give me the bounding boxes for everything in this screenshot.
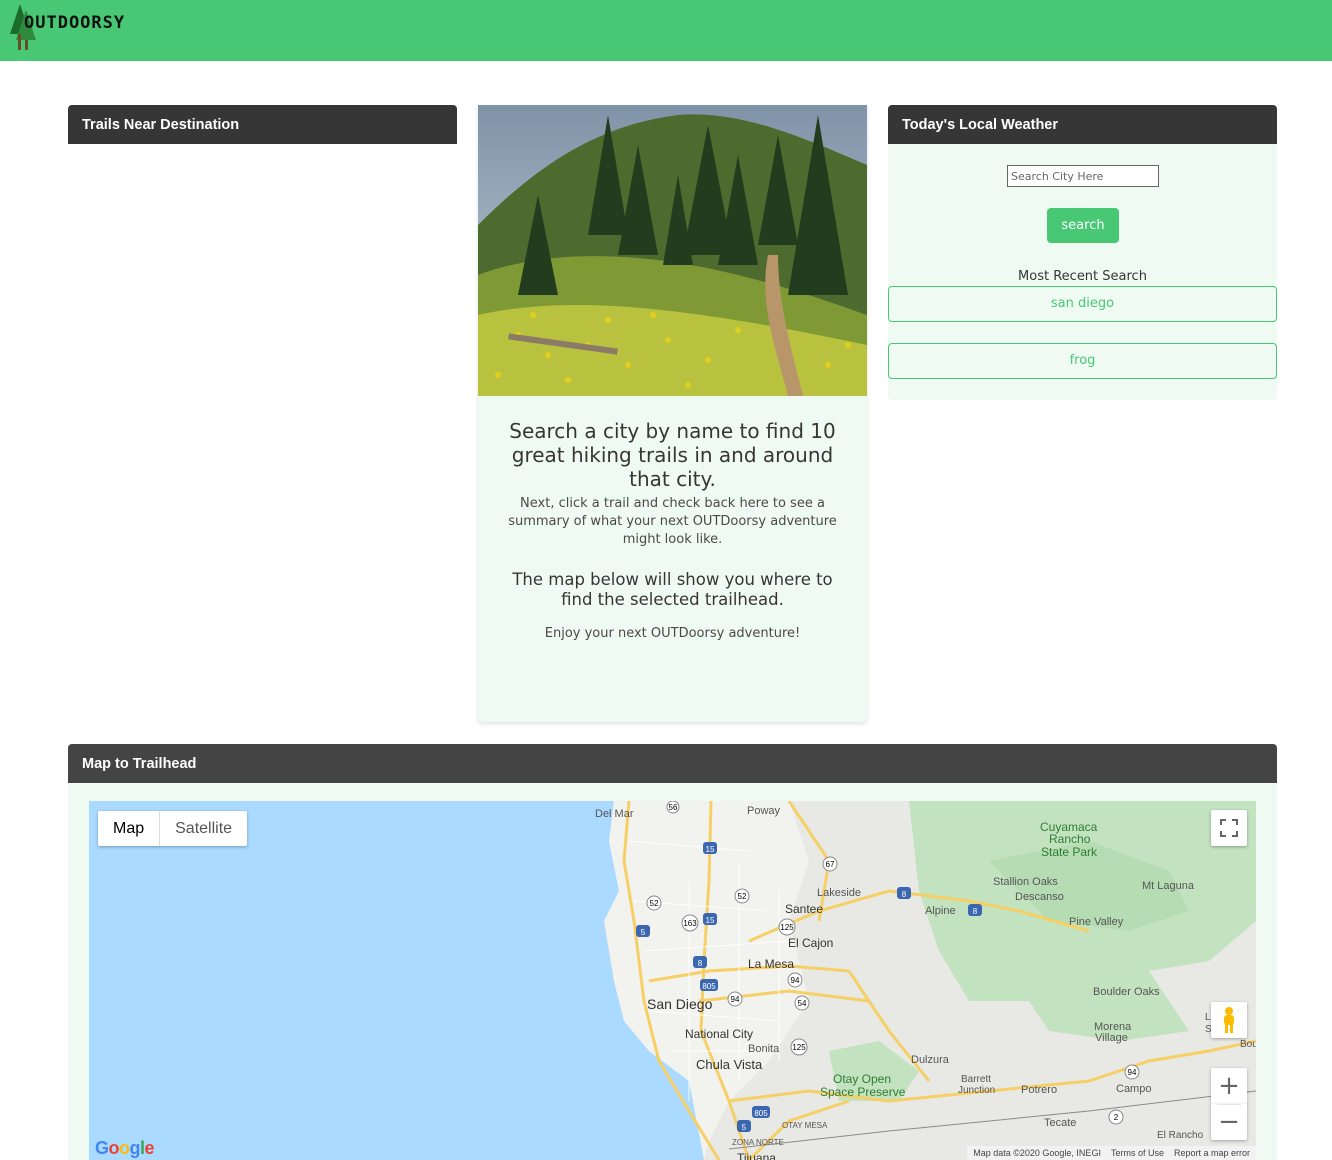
- map-label: State Park: [1041, 845, 1098, 859]
- zoom-divider: [1217, 1104, 1241, 1105]
- highway-shield: 8: [973, 907, 978, 916]
- map-label: Otay Open: [833, 1072, 892, 1086]
- outdoorsy-logo[interactable]: OUTDOORSY: [8, 4, 148, 54]
- city-search-input[interactable]: [1007, 165, 1159, 187]
- highway-shield: 8: [902, 890, 907, 899]
- map-label: Lakeside: [817, 887, 862, 899]
- map-type-control: Map Satellite: [98, 811, 248, 846]
- map-label: Potrero: [1021, 1084, 1058, 1096]
- highway-shield: 15: [706, 845, 715, 854]
- map-label: Dulzura: [911, 1054, 949, 1066]
- google-map[interactable]: 56 15 67 52 8 8 52 125 163 15 5 8 805 94…: [89, 801, 1256, 1160]
- highway-shield: 94: [731, 995, 740, 1004]
- highway-shield: 125: [780, 923, 794, 932]
- map-panel-title: Map to Trailhead: [68, 744, 1277, 783]
- map-label: Tecate: [1044, 1117, 1077, 1129]
- map-label: Bou: [1240, 1039, 1256, 1050]
- plus-icon: +: [1218, 1071, 1240, 1101]
- map-label: El Cajon: [788, 936, 834, 950]
- trails-panel: Trails Near Destination: [68, 105, 457, 144]
- intro-card: Search a city by name to find 10 great h…: [478, 105, 867, 722]
- map-label: Poway: [747, 805, 781, 817]
- map-label: Rancho: [1049, 832, 1091, 846]
- highway-shield: 125: [792, 1043, 806, 1052]
- map-label: El Rancho: [1157, 1130, 1204, 1141]
- top-navbar: OUTDOORSY: [0, 0, 1332, 61]
- trails-panel-title: Trails Near Destination: [68, 105, 457, 144]
- map-label: Stallion Oaks: [993, 876, 1058, 888]
- street-view-pegman-button[interactable]: [1211, 1002, 1247, 1038]
- google-logo-letter: G: [95, 1138, 109, 1158]
- intro-subtitle: Next, click a trail and check back here …: [508, 496, 837, 547]
- highway-shield: 2: [1114, 1113, 1119, 1122]
- weather-panel-title: Today's Local Weather: [888, 105, 1277, 144]
- highway-shield: 94: [791, 976, 800, 985]
- recent-search-item[interactable]: frog: [888, 343, 1277, 379]
- map-label: Barrett: [961, 1074, 992, 1085]
- highway-shield: 805: [754, 1109, 768, 1118]
- highway-shield: 805: [702, 982, 716, 991]
- highway-shield: 94: [1128, 1068, 1137, 1077]
- highway-shield: 54: [798, 999, 807, 1008]
- map-attribution: Map data ©2020 Google, INEGI Terms of Us…: [967, 1146, 1256, 1160]
- minus-icon: −: [1218, 1107, 1240, 1137]
- highway-shield: 5: [641, 928, 646, 937]
- map-label: Bonita: [748, 1043, 780, 1055]
- map-label: Mt Laguna: [1142, 880, 1194, 892]
- google-logo[interactable]: Google: [95, 1138, 155, 1159]
- google-logo-letter: e: [144, 1138, 155, 1158]
- weather-panel: Today's Local Weather search Most Recent…: [888, 105, 1277, 400]
- map-type-map-button[interactable]: Map: [98, 811, 159, 846]
- map-label: Space Preserve: [820, 1085, 906, 1099]
- google-logo-letter: g: [129, 1138, 141, 1158]
- intro-map-note: The map below will show you where to fin…: [512, 570, 833, 609]
- map-label: Santee: [785, 902, 824, 916]
- map-label: La Mesa: [748, 957, 795, 971]
- highway-shield: 15: [706, 916, 715, 925]
- map-label: Del Mar: [595, 808, 634, 820]
- google-logo-letter: o: [119, 1138, 130, 1158]
- map-label: San Diego: [647, 996, 713, 1012]
- fullscreen-icon: [1220, 819, 1238, 837]
- recent-search-label: Most Recent Search: [1018, 269, 1147, 284]
- highway-shield: 56: [669, 803, 678, 812]
- map-label: ZONA NORTE: [732, 1138, 784, 1147]
- map-type-satellite-button[interactable]: Satellite: [159, 811, 247, 846]
- map-label: Tijuana: [737, 1151, 776, 1160]
- map-label: Village: [1095, 1032, 1128, 1044]
- logo-text: OUTDOORSY: [24, 13, 126, 33]
- map-label: Chula Vista: [696, 1057, 763, 1072]
- report-map-error-link[interactable]: Report a map error: [1174, 1148, 1250, 1160]
- map-label: Junction: [958, 1085, 996, 1096]
- map-label: Campo: [1116, 1083, 1152, 1095]
- hero-image: [478, 105, 867, 396]
- highway-shield: 52: [650, 899, 659, 908]
- recent-search-item[interactable]: san diego: [888, 286, 1277, 322]
- highway-shield: 5: [742, 1123, 747, 1132]
- zoom-in-button[interactable]: +: [1211, 1068, 1247, 1104]
- intro-enjoy: Enjoy your next OUTDoorsy adventure!: [544, 626, 801, 641]
- map-label: National City: [685, 1027, 754, 1041]
- map-data-credit: Map data ©2020 Google, INEGI: [973, 1148, 1101, 1158]
- map-label: Pine Valley: [1069, 916, 1124, 928]
- google-logo-letter: o: [108, 1138, 120, 1158]
- intro-title: Search a city by name to find 10 great h…: [509, 419, 836, 491]
- highway-shield: 67: [826, 860, 835, 869]
- terms-of-use-link[interactable]: Terms of Use: [1111, 1148, 1164, 1160]
- zoom-out-button[interactable]: −: [1211, 1104, 1247, 1140]
- highway-shield: 8: [698, 959, 703, 968]
- pegman-icon: [1224, 1007, 1234, 1033]
- map-label: Descanso: [1015, 891, 1064, 903]
- map-label: OTAY MESA: [782, 1121, 828, 1130]
- highway-shield: 52: [738, 892, 747, 901]
- highway-shield: 163: [683, 919, 697, 928]
- map-label: Alpine: [925, 905, 956, 917]
- map-panel: Map to Trailhead 56 15 67 52 8 8 52 125 …: [68, 744, 1277, 1160]
- search-button[interactable]: search: [1047, 208, 1119, 243]
- fullscreen-button[interactable]: [1211, 810, 1247, 846]
- map-label: Boulder Oaks: [1093, 986, 1160, 998]
